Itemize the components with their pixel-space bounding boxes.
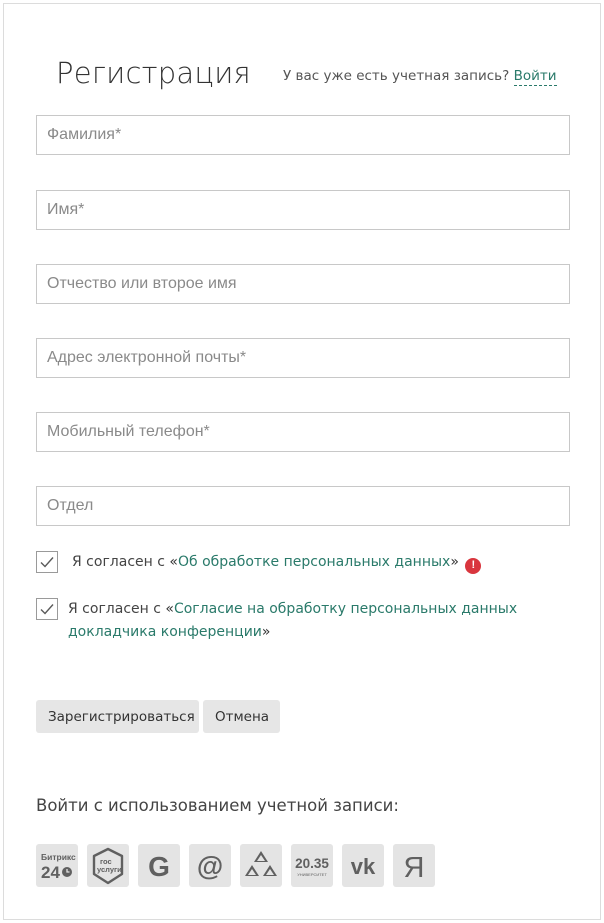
first-name-field[interactable] <box>36 190 570 230</box>
open-quote: « <box>165 601 174 617</box>
login-link[interactable]: Войти <box>513 68 557 86</box>
vk-icon: vk <box>351 854 376 879</box>
email-input[interactable] <box>37 339 569 377</box>
consent-personal-data-row: Я согласен с «Об обработке персональных … <box>36 551 482 574</box>
university2035-icon: 20.35 УНИВЕРСИТЕТ <box>295 856 329 877</box>
yandex-glyph: Я <box>404 852 425 884</box>
odnoklassniki-login[interactable] <box>240 844 282 887</box>
gosuslugi-icon: гос услуги <box>92 847 124 884</box>
social-login-title: Войти с использованием учетной записи: <box>36 796 399 815</box>
mailru-glyph: @ <box>197 851 223 881</box>
vk-glyph: vk <box>351 854 376 879</box>
speaker-consent-link-cont[interactable]: докладчика конференции <box>68 624 262 640</box>
consent-personal-data-checkbox[interactable] <box>36 551 58 573</box>
mailru-login[interactable]: @ <box>189 844 231 887</box>
consent-speaker-row: Я согласен с «Согласие на обработку перс… <box>36 598 517 644</box>
google-glyph: G <box>148 851 170 882</box>
social-login-list: Битрикс 24 гос услуги G @ 20.35 УНИВЕРСИ… <box>36 844 435 887</box>
last-name-input[interactable] <box>37 116 569 154</box>
consent-speaker-label: Я согласен с «Согласие на обработку перс… <box>68 598 517 644</box>
phone-field[interactable] <box>36 412 570 452</box>
bitrix24-icon: Битрикс 24 <box>41 852 76 882</box>
close-quote: » <box>261 624 271 640</box>
mailru-icon: @ <box>197 851 223 881</box>
university2035-number: 20.35 <box>295 856 329 871</box>
first-name-input[interactable] <box>37 191 569 229</box>
email-field[interactable] <box>36 338 570 378</box>
google-login[interactable]: G <box>138 844 180 887</box>
university2035-caption: УНИВЕРСИТЕТ <box>297 872 327 877</box>
consent-prefix: Я согласен с <box>72 554 170 570</box>
speaker-consent-link[interactable]: Согласие на обработку персональных данны… <box>174 601 517 617</box>
vk-login[interactable]: vk <box>342 844 384 887</box>
department-field[interactable] <box>36 486 570 526</box>
yandex-login[interactable]: Я <box>393 844 435 887</box>
phone-input[interactable] <box>37 413 569 451</box>
last-name-field[interactable] <box>36 115 570 155</box>
google-icon: G <box>148 851 170 882</box>
consent-speaker-checkbox[interactable] <box>36 598 58 620</box>
university2035-login[interactable]: 20.35 УНИВЕРСИТЕТ <box>291 844 333 887</box>
have-account-text: У вас уже есть учетная запись? <box>283 68 510 84</box>
bitrix24-number: 24 <box>41 863 60 882</box>
close-quote: » <box>450 554 459 570</box>
middle-name-input[interactable] <box>37 265 569 303</box>
cancel-button[interactable]: Отмена <box>203 700 280 733</box>
gosuslugi-login[interactable]: гос услуги <box>87 844 129 887</box>
checkmark-icon <box>40 557 54 568</box>
have-account-prompt: У вас уже есть учетная запись? Войти <box>283 68 557 86</box>
open-quote: « <box>169 554 178 570</box>
yandex-icon: Я <box>404 852 425 884</box>
error-icon: ! <box>465 557 482 574</box>
bitrix24-text: Битрикс <box>41 852 76 862</box>
register-button[interactable]: Зарегистрироваться <box>36 700 199 733</box>
gosuslugi-text-2: услуги <box>97 865 122 874</box>
consent-personal-data-label: Я согласен с «Об обработке персональных … <box>72 551 482 574</box>
page-title: Регистрация <box>56 56 251 90</box>
odnoklassniki-icon <box>245 850 277 876</box>
department-input[interactable] <box>37 487 569 525</box>
registration-card: Регистрация У вас уже есть учетная запис… <box>3 3 601 920</box>
checkmark-icon <box>40 604 54 615</box>
middle-name-field[interactable] <box>36 264 570 304</box>
personal-data-link[interactable]: Об обработке персональных данных <box>178 554 450 570</box>
bitrix24-login[interactable]: Битрикс 24 <box>36 844 78 887</box>
consent-prefix: Я согласен с <box>68 601 166 617</box>
